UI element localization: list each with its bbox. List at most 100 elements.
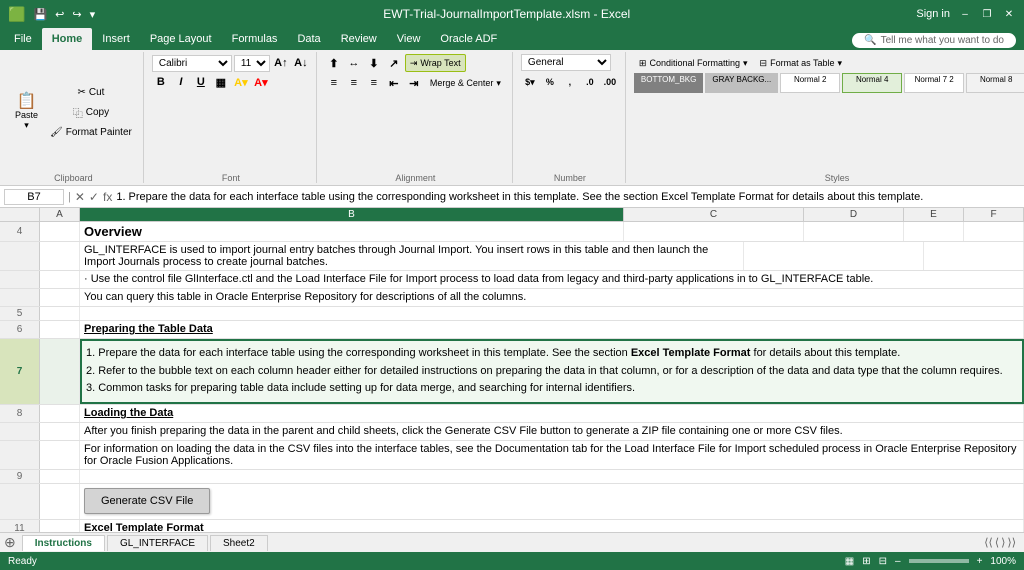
border-button[interactable]: ▦: [212, 73, 230, 91]
grid-cell[interactable]: [40, 289, 80, 306]
generate-csv-button[interactable]: Generate CSV File: [84, 488, 210, 514]
tab-data[interactable]: Data: [287, 28, 330, 50]
tab-page-layout[interactable]: Page Layout: [140, 28, 222, 50]
font-size-select[interactable]: 11: [234, 55, 270, 72]
formula-input[interactable]: [116, 191, 1020, 203]
align-bottom-button[interactable]: ⬇: [365, 54, 383, 72]
font-name-select[interactable]: Calibri: [152, 55, 232, 72]
style-normal72[interactable]: Normal 7 2: [904, 73, 964, 93]
wrap-text-button[interactable]: ⇥ Wrap Text: [405, 54, 466, 72]
col-header-b[interactable]: B: [80, 208, 624, 221]
col-header-f[interactable]: F: [964, 208, 1024, 221]
zoom-slider[interactable]: [909, 559, 969, 563]
tab-review[interactable]: Review: [331, 28, 387, 50]
redo-quick-btn[interactable]: ↪: [70, 8, 83, 21]
cell-reference-input[interactable]: [4, 189, 64, 205]
grid-cell[interactable]: 1. Prepare the data for each interface t…: [80, 339, 1024, 404]
cancel-formula-icon[interactable]: ✕: [75, 190, 85, 204]
grid-cell[interactable]: Loading the Data: [80, 405, 1024, 422]
underline-button[interactable]: U: [192, 73, 210, 91]
conditional-formatting-button[interactable]: ⊞ Conditional Formatting ▾: [634, 54, 753, 72]
tab-view[interactable]: View: [387, 28, 431, 50]
bold-button[interactable]: B: [152, 73, 170, 91]
decrease-decimal-button[interactable]: .00: [601, 73, 619, 91]
align-center-button[interactable]: ≡: [345, 74, 363, 92]
style-gray-backg[interactable]: GRAY BACKG...: [705, 73, 778, 93]
increase-indent-button[interactable]: ⇥: [405, 74, 423, 92]
minimize-btn[interactable]: –: [958, 7, 972, 21]
shrink-font-button[interactable]: A↓: [292, 54, 310, 72]
style-normal4[interactable]: Normal 4: [842, 73, 902, 93]
customize-quick-btn[interactable]: ▾: [88, 8, 98, 21]
grid-cell[interactable]: GL_INTERFACE is used to import journal e…: [80, 242, 744, 270]
grid-cell[interactable]: [40, 222, 80, 241]
grid-cell[interactable]: [40, 242, 80, 270]
grid-cell[interactable]: [40, 470, 80, 483]
grid-cell[interactable]: After you finish preparing the data in t…: [80, 423, 1024, 440]
fill-color-button[interactable]: A▾: [232, 73, 250, 91]
currency-button[interactable]: $▾: [521, 73, 539, 91]
style-normal2[interactable]: Normal 2: [780, 73, 840, 93]
grid-cell[interactable]: [804, 222, 904, 241]
align-top-button[interactable]: ⬆: [325, 54, 343, 72]
signin-link[interactable]: Sign in: [916, 8, 950, 20]
decrease-indent-button[interactable]: ⇤: [385, 74, 403, 92]
grid-cell[interactable]: [964, 222, 1024, 241]
grid-cell[interactable]: [40, 321, 80, 338]
font-color-button[interactable]: A▾: [252, 73, 270, 91]
text-angle-button[interactable]: ↗: [385, 54, 403, 72]
sheet-nav-right[interactable]: ⟩: [1001, 536, 1005, 549]
grid-cell[interactable]: [40, 307, 80, 320]
grid-cell[interactable]: [80, 307, 1024, 320]
grid-cell[interactable]: [904, 222, 964, 241]
increase-decimal-button[interactable]: .0: [581, 73, 599, 91]
sheet-tab-gl-interface[interactable]: GL_INTERFACE: [107, 535, 208, 551]
view-layout-icon[interactable]: ⊞: [862, 556, 870, 567]
grid-cell[interactable]: Preparing the Table Data: [80, 321, 1024, 338]
number-format-select[interactable]: General: [521, 54, 611, 71]
style-normal8[interactable]: Normal 8: [966, 73, 1024, 93]
save-quick-btn[interactable]: 💾: [31, 8, 49, 21]
tab-file[interactable]: File: [4, 28, 42, 50]
sheet-tab-sheet2[interactable]: Sheet2: [210, 535, 268, 551]
grid-cell[interactable]: You can query this table in Oracle Enter…: [80, 289, 1024, 306]
confirm-formula-icon[interactable]: ✓: [89, 190, 99, 204]
grow-font-button[interactable]: A↑: [272, 54, 290, 72]
grid-cell[interactable]: [40, 339, 80, 404]
tab-home[interactable]: Home: [42, 28, 93, 50]
tab-formulas[interactable]: Formulas: [222, 28, 288, 50]
grid-cell[interactable]: [40, 520, 80, 532]
view-normal-icon[interactable]: ▦: [845, 556, 854, 567]
col-header-e[interactable]: E: [904, 208, 964, 221]
grid-cell[interactable]: [40, 441, 80, 469]
merge-center-button[interactable]: Merge & Center ▾: [425, 74, 506, 92]
undo-quick-btn[interactable]: ↩: [53, 8, 66, 21]
align-middle-button[interactable]: ↔: [345, 54, 363, 72]
zoom-in-button[interactable]: +: [977, 556, 983, 567]
grid-cell[interactable]: Excel Template Format: [80, 520, 1024, 532]
comma-button[interactable]: ,: [561, 73, 579, 91]
grid-cell[interactable]: [744, 242, 924, 270]
grid-cell[interactable]: [40, 484, 80, 519]
sheet-nav-left[interactable]: ⟨: [995, 536, 999, 549]
view-page-break-icon[interactable]: ⊟: [879, 556, 887, 567]
tab-oracle-adf[interactable]: Oracle ADF: [430, 28, 507, 50]
copy-button[interactable]: ⿻ Copy: [45, 104, 137, 122]
insert-function-icon[interactable]: fx: [103, 190, 112, 204]
zoom-out-button[interactable]: –: [895, 556, 901, 567]
tell-me-box[interactable]: 🔍 Tell me what you want to do: [852, 33, 1016, 48]
grid-cell[interactable]: For information on loading the data in t…: [80, 441, 1024, 469]
sheet-nav-right-last[interactable]: ⟩⟩: [1007, 536, 1016, 549]
add-sheet-button[interactable]: ⊕: [4, 534, 16, 551]
grid-cell[interactable]: Overview: [80, 222, 624, 241]
grid-cell[interactable]: · Use the control file GlInterface.ctl a…: [80, 271, 1024, 288]
close-btn[interactable]: ✕: [1002, 7, 1016, 21]
paste-button[interactable]: 📋 Paste ▾: [10, 86, 43, 140]
grid-cell[interactable]: [624, 222, 804, 241]
align-right-button[interactable]: ≡: [365, 74, 383, 92]
align-left-button[interactable]: ≡: [325, 74, 343, 92]
grid-cell[interactable]: [80, 470, 1024, 483]
col-header-a[interactable]: A: [40, 208, 80, 221]
grid-cell[interactable]: [40, 405, 80, 422]
format-painter-button[interactable]: 🖌 Format Painter: [45, 124, 137, 142]
